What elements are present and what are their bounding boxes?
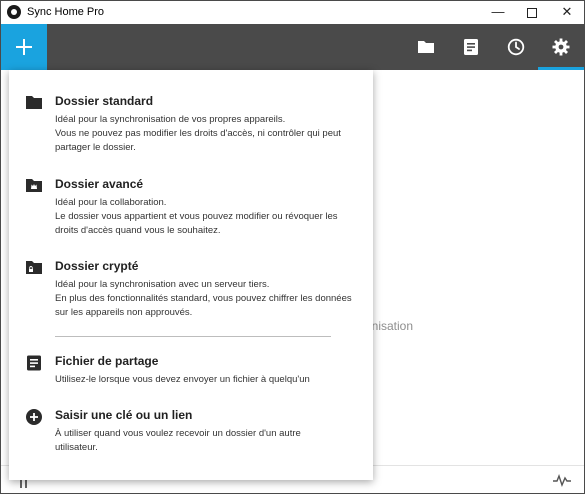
menu-item-description: À utiliser quand vous voulez recevoir un… [55,428,301,453]
menu-item-description: Idéal pour la synchronisation de vos pro… [55,114,341,153]
toolbar [1,24,584,70]
menu-item-title: Saisir une clé ou un lien [55,408,193,422]
crown-folder-icon [26,179,42,192]
history-button[interactable] [493,24,539,70]
title-bar: Sync Home Pro — ✕ [1,1,584,24]
add-circle-icon [26,409,42,425]
add-button[interactable] [1,24,47,70]
menu-item-title: Dossier avancé [55,177,144,191]
app-logo-icon [7,5,21,19]
settings-icon [552,38,570,56]
notes-icon [464,39,478,55]
maximize-icon [527,7,537,18]
folder-icon [26,96,42,109]
activity-icon[interactable] [553,473,571,487]
app-window: Sync Home Pro — ✕ ronisation Dossier sta… [0,0,585,494]
menu-item-title: Fichier de partage [55,354,159,368]
file-share-icon [27,355,41,371]
maximize-button[interactable] [515,1,549,24]
menu-item-description: Idéal pour la collaboration. Le dossier … [55,197,338,236]
window-title: Sync Home Pro [27,6,105,18]
add-menu-dropdown: Dossier standard Idéal pour la synchroni… [9,70,373,480]
minimize-button[interactable]: — [481,1,515,24]
history-icon [507,38,525,56]
menu-item-title: Dossier standard [55,94,154,108]
close-button[interactable]: ✕ [550,1,584,24]
folder-icon [418,41,434,53]
settings-button[interactable] [538,24,584,70]
menu-item-description: Idéal pour la synchronisation avec un se… [55,279,352,318]
notes-button[interactable] [448,24,494,70]
lock-folder-icon [26,261,42,274]
menu-item-description: Utilisez-le lorsque vous devez envoyer u… [55,374,310,385]
folders-button[interactable] [403,24,449,70]
menu-item-title: Dossier crypté [55,259,139,273]
menu-divider [55,336,331,337]
